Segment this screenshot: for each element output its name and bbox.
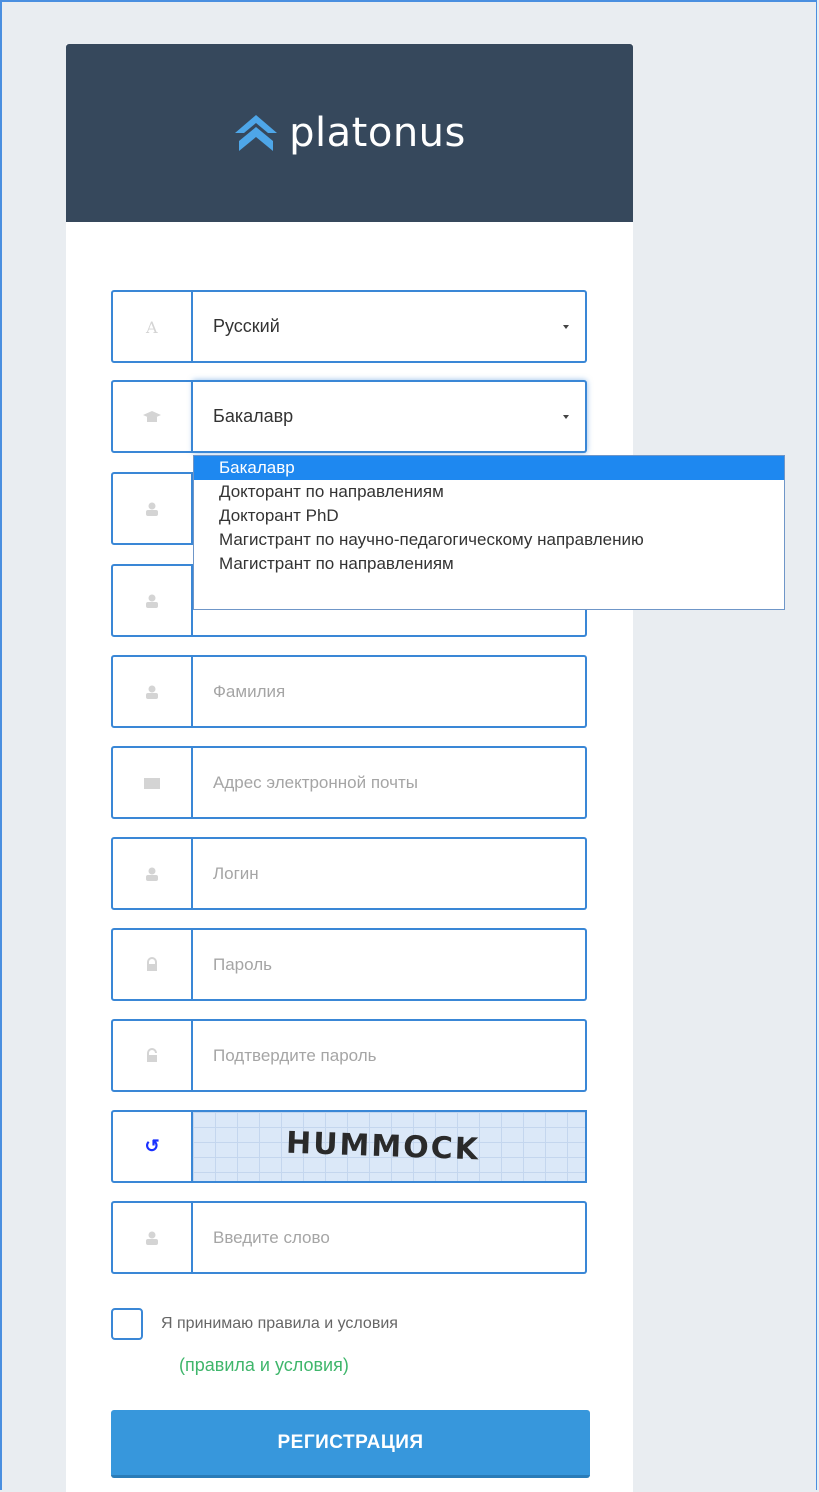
email-addon [111,746,193,819]
lastname-placeholder: Фамилия [213,681,286,701]
user-addon [111,655,193,728]
user-addon [111,1201,193,1274]
degree-addon [111,380,193,453]
refresh-icon: ↺ [144,1136,160,1156]
email-row: Адрес электронной почты [111,746,587,819]
user-addon [111,472,193,545]
degree-dropdown-list: Бакалавр Докторант по направлениям Докто… [193,455,785,610]
confirm-password-input[interactable]: Подтвердите пароль [193,1019,587,1092]
degree-option[interactable]: Магистрант по направлениям [194,552,784,576]
lock-icon [147,956,157,971]
captcha-refresh-button[interactable]: ↺ [111,1110,193,1183]
password-placeholder: Пароль [213,954,272,974]
degree-select-value: Бакалавр [213,406,294,426]
lastname-row: Фамилия [111,655,587,728]
password-input[interactable]: Пароль [193,928,587,1001]
captcha-input[interactable]: Введите слово [193,1201,587,1274]
degree-option[interactable]: Докторант по направлениям [194,480,784,504]
font-icon: A [145,318,158,336]
captcha-input-row: Введите слово [111,1201,587,1274]
unlock-icon [147,1047,157,1062]
degree-row: Бакалавр [111,380,587,453]
password-row: Пароль [111,928,587,1001]
platonus-logo-icon [235,115,278,151]
captcha-input-placeholder: Введите слово [213,1227,330,1247]
terms-row: Я принимаю правила и условия [111,1308,398,1340]
graduation-cap-icon [143,410,161,422]
degree-option[interactable]: Магистрант по научно-педагогическому нап… [194,528,784,552]
user-icon [146,1231,158,1245]
captcha-row: ↺ HUMMOCK [111,1110,587,1183]
degree-option[interactable]: Бакалавр [194,456,784,480]
user-icon [146,594,158,608]
lock-addon [111,928,193,1001]
degree-select[interactable]: Бакалавр [193,380,587,453]
confirm-password-placeholder: Подтвердите пароль [213,1045,377,1065]
captcha-word: HUMMOCK [285,1125,481,1168]
terms-label: Я принимаю правила и условия [161,1315,398,1332]
email-input[interactable]: Адрес электронной почты [193,746,587,819]
lastname-input[interactable]: Фамилия [193,655,587,728]
user-icon [146,502,158,516]
language-select-value: Русский [213,316,280,336]
email-placeholder: Адрес электронной почты [213,772,418,792]
user-addon [111,837,193,910]
register-button[interactable]: РЕГИСТРАЦИЯ [111,1410,590,1478]
login-row: Логин [111,837,587,910]
brand-name: platonus [289,110,466,156]
card-header: platonus [66,44,633,222]
user-icon [146,685,158,699]
login-input[interactable]: Логин [193,837,587,910]
confirm-password-row: Подтвердите пароль [111,1019,587,1092]
language-select[interactable]: Русский [193,290,587,363]
degree-option[interactable]: Докторант PhD [194,504,784,528]
language-addon: A [111,290,193,363]
chevron-down-icon [563,415,569,419]
svg-text:A: A [145,318,158,336]
unlock-addon [111,1019,193,1092]
login-placeholder: Логин [213,863,259,883]
terms-checkbox[interactable] [111,1308,143,1340]
user-icon [146,867,158,881]
terms-link[interactable]: (правила и условия) [179,1355,349,1376]
envelope-icon [144,777,160,789]
user-addon [111,564,193,637]
captcha-image: HUMMOCK [193,1110,587,1183]
language-row: A Русский [111,290,587,363]
chevron-down-icon [563,325,569,329]
brand-logo: platonus [66,44,633,222]
